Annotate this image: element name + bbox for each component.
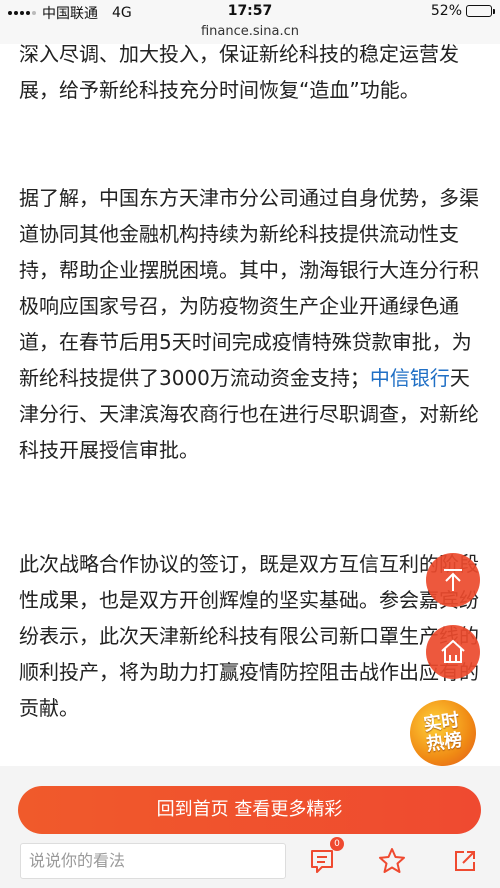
bottom-bar: 回到首页 查看更多精彩 说说你的看法 0	[0, 766, 500, 888]
status-bar: 中国联通 4G 17:57 52%	[0, 0, 500, 24]
comment-input[interactable]: 说说你的看法	[20, 843, 286, 879]
battery-percent: 52%	[430, 3, 462, 19]
url-bar[interactable]: finance.sina.cn	[0, 24, 500, 44]
back-to-top-button[interactable]	[426, 553, 480, 607]
comment-icon	[311, 850, 333, 873]
article-body: 深入尽调、加大投入，保证新纶科技的稳定运营发展，给予新纶科技充分时间恢复“造血”…	[0, 44, 500, 766]
back-to-home-button[interactable]: 回到首页 查看更多精彩	[18, 786, 481, 834]
arrow-up-icon	[444, 569, 462, 591]
home-icon	[441, 639, 465, 663]
share-button[interactable]	[449, 845, 481, 877]
favorite-button[interactable]	[376, 845, 408, 877]
article-paragraph: 此次战略合作协议的签订，既是双方互信互利的阶段性成果，也是双方开创辉煌的坚实基础…	[19, 552, 479, 720]
status-right: 52%	[430, 3, 495, 19]
stock-link-citic-bank[interactable]: 中信银行	[370, 366, 450, 390]
article-paragraph: 深入尽调、加大投入，保证新纶科技的稳定运营发展，给予新纶科技充分时间恢复“造血”…	[19, 44, 459, 102]
paragraph-text: 据了解，中国东方天津市分公司通过自身优势，多渠道协同其他金融机构持续为新纶科技提…	[19, 186, 479, 390]
star-icon	[379, 848, 405, 873]
article-paragraph: 据了解，中国东方天津市分公司通过自身优势，多渠道协同其他金融机构持续为新纶科技提…	[19, 180, 487, 468]
hot-badge-line2: 热榜	[425, 729, 464, 756]
home-float-button[interactable]	[426, 625, 480, 679]
comment-count-badge: 0	[330, 837, 344, 851]
share-icon	[455, 851, 475, 871]
battery-icon	[466, 5, 495, 17]
status-time: 17:57	[227, 3, 273, 19]
